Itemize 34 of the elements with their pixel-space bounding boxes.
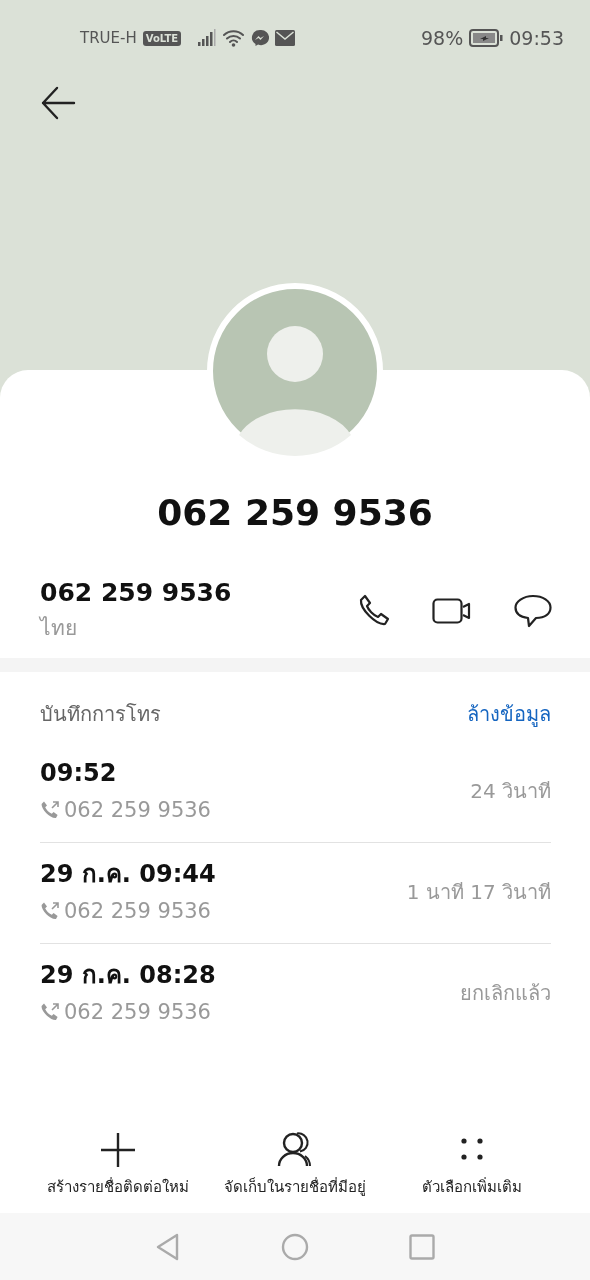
battery-charging-icon — [469, 29, 504, 47]
call-time: 09:52 — [40, 758, 118, 789]
mail-icon — [275, 30, 296, 46]
phone-number: 062 259 9536 — [40, 577, 232, 609]
battery-percent: 98% — [421, 27, 464, 49]
call-duration: ยกเลิกแล้ว — [460, 980, 551, 1007]
outgoing-call-icon — [40, 901, 60, 921]
video-call-icon[interactable] — [432, 598, 472, 624]
messenger-icon — [251, 29, 270, 47]
message-icon[interactable] — [514, 594, 552, 628]
clock-time: 09:53 — [509, 27, 564, 49]
contact-title: 062 259 9536 — [156, 491, 434, 535]
signal-icon — [197, 29, 218, 47]
section-title: บันทึกการโทร — [40, 701, 161, 728]
network-badge: VoLTE — [142, 30, 182, 46]
action-button[interactable]: จัดเก็บในรายชื่อที่มีอยู่ — [206, 1131, 384, 1199]
call-number: 062 259 9536 — [64, 797, 211, 824]
call-time: 29 ก.ค. 09:44 — [40, 859, 216, 890]
plus-icon — [100, 1131, 137, 1169]
call-duration: 24 วินาที — [470, 778, 551, 805]
call-number: 062 259 9536 — [64, 999, 211, 1026]
call-duration: 1 นาที 17 วินาที — [406, 879, 551, 906]
number-location: ไทย — [40, 615, 78, 642]
wifi-icon — [223, 29, 246, 47]
call-number: 062 259 9536 — [64, 898, 211, 925]
action-button[interactable]: ตัวเลือกเพิ่มเติม — [383, 1131, 560, 1199]
carrier-name: TRUE-H — [80, 29, 137, 47]
clear-link[interactable]: ล้างข้อมูล — [467, 698, 551, 730]
people-icon — [277, 1131, 313, 1169]
action-button[interactable]: สร้างรายชื่อติดต่อใหม่ — [30, 1131, 207, 1199]
back-arrow-icon[interactable] — [40, 86, 76, 120]
outgoing-call-icon — [40, 1002, 60, 1022]
outgoing-call-icon — [40, 800, 60, 820]
call-time: 29 ก.ค. 08:28 — [40, 960, 216, 991]
